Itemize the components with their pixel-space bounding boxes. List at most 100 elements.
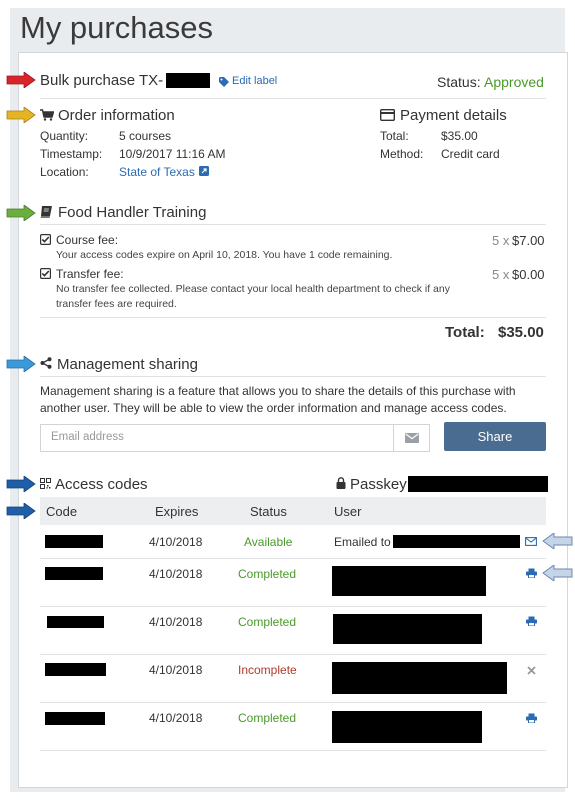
external-link-icon[interactable]: [199, 166, 209, 176]
annotation-arrow-pale-blue-1: [542, 533, 573, 549]
credit-card-icon: [380, 109, 395, 121]
transfer-fee-price: $0.00: [512, 267, 545, 282]
order-info-heading: Order information: [58, 107, 175, 124]
share-icon: [40, 357, 52, 369]
table-row: 4/10/2018 Incomplete: [40, 655, 546, 702]
management-sharing-heading: Management sharing: [57, 356, 198, 373]
passkey-label: Passkey:: [350, 476, 411, 493]
status-cell: Completed: [238, 615, 297, 629]
column-header-expires: Expires: [155, 504, 199, 519]
status-cell: Completed: [238, 567, 297, 581]
input-addon-divider: [393, 425, 394, 451]
location-label: Location:: [40, 165, 89, 179]
email-address-input[interactable]: Email address: [40, 424, 430, 452]
checkbox-checked-icon: [40, 268, 51, 279]
status-cell: Available: [244, 535, 293, 549]
edit-label-link[interactable]: Edit label: [232, 75, 277, 87]
transfer-fee-quantity: 5 x: [492, 267, 510, 282]
course-total-label: Total:: [445, 324, 485, 341]
table-row: 4/10/2018 Completed: [40, 559, 546, 606]
shopping-cart-icon: [40, 109, 54, 121]
course-fee-label: Course fee:: [56, 233, 119, 247]
expires-cell: 4/10/2018: [149, 711, 203, 725]
user-redaction: [332, 566, 486, 596]
user-redaction: [332, 662, 507, 694]
user-redaction: [332, 711, 482, 743]
divider: [40, 98, 546, 99]
purchase-name: Bulk purchase TX-: [40, 72, 164, 89]
annotation-arrow-yellow: [6, 107, 36, 123]
transfer-fee-description-line-1: No transfer fee collected. Please contac…: [56, 283, 450, 295]
location-link[interactable]: State of Texas: [119, 165, 195, 179]
course-fee-description: Your access codes expire on April 10, 20…: [56, 249, 393, 261]
annotation-arrow-pale-blue-2: [542, 565, 573, 581]
table-row: 4/10/2018 Completed: [40, 703, 546, 750]
payment-total-value: $35.00: [441, 129, 478, 143]
table-row: 4/10/2018 Completed: [40, 607, 546, 654]
close-icon[interactable]: [527, 666, 536, 675]
column-header-code: Code: [46, 504, 78, 519]
expires-cell: 4/10/2018: [149, 615, 203, 629]
course-total-value: $35.00: [498, 324, 544, 341]
print-icon[interactable]: [526, 568, 537, 578]
timestamp-value: 10/9/2017 11:16 AM: [119, 147, 226, 161]
course-heading: Food Handler Training: [58, 204, 207, 221]
expires-cell: 4/10/2018: [149, 567, 203, 581]
user-redaction: [333, 614, 482, 644]
book-icon: [40, 206, 52, 218]
sharing-description-line-1: Management sharing is a feature that all…: [40, 384, 516, 398]
purchase-id-redaction: [166, 73, 210, 88]
table-row: 4/10/2018 Available Emailed to: [40, 526, 546, 558]
payment-method-value: Credit card: [441, 147, 500, 161]
column-header-user: User: [334, 504, 362, 519]
expires-cell: 4/10/2018: [149, 663, 203, 677]
lock-icon: [336, 477, 346, 489]
timestamp-label: Timestamp:: [40, 147, 103, 161]
code-redaction: [45, 535, 103, 548]
annotation-arrow-red: [6, 72, 36, 88]
user-email-redaction: [393, 535, 520, 548]
email-address-placeholder: Email address: [51, 431, 124, 443]
user-cell-prefix: Emailed to: [334, 535, 391, 549]
code-redaction: [45, 567, 103, 580]
qr-code-icon: [40, 478, 51, 489]
page-title: My purchases: [20, 10, 213, 45]
divider: [40, 376, 546, 377]
share-button[interactable]: Share: [444, 422, 546, 451]
status-cell: Completed: [238, 711, 297, 725]
course-fee-price: $7.00: [512, 233, 545, 248]
envelope-icon: [405, 433, 419, 443]
sharing-description-line-2: another user. They will be able to view …: [40, 401, 507, 415]
mail-icon[interactable]: [525, 537, 537, 546]
annotation-arrow-light-blue: [6, 356, 36, 372]
expires-cell: 4/10/2018: [149, 535, 203, 549]
payment-details-heading: Payment details: [400, 107, 507, 124]
transfer-fee-description-line-2: transfer fees are required.: [56, 298, 177, 310]
checkbox-checked-icon: [40, 234, 51, 245]
quantity-label: Quantity:: [40, 129, 89, 143]
annotation-arrow-green: [6, 205, 36, 221]
print-icon[interactable]: [526, 616, 537, 626]
divider: [40, 224, 546, 225]
status-value: Approved: [484, 74, 544, 90]
transfer-fee-label: Transfer fee:: [56, 267, 124, 281]
share-button-label: Share: [477, 429, 513, 444]
access-codes-table-header: [40, 497, 546, 525]
annotation-arrow-dark-blue-2: [6, 503, 36, 519]
divider: [40, 317, 546, 318]
status-cell: Incomplete: [238, 663, 297, 677]
code-redaction: [47, 616, 104, 628]
code-redaction: [45, 663, 106, 676]
tag-icon: [219, 77, 229, 87]
access-codes-heading: Access codes: [55, 476, 148, 493]
column-header-status: Status: [250, 504, 287, 519]
payment-method-label: Method:: [380, 147, 424, 161]
course-fee-quantity: 5 x: [492, 233, 510, 248]
print-icon[interactable]: [526, 713, 537, 723]
passkey-redaction: [408, 476, 548, 492]
row-divider: [40, 750, 546, 751]
status-label: Status:: [437, 74, 481, 90]
payment-total-label: Total:: [380, 129, 409, 143]
code-redaction: [45, 712, 105, 725]
annotation-arrow-dark-blue-1: [6, 476, 36, 492]
